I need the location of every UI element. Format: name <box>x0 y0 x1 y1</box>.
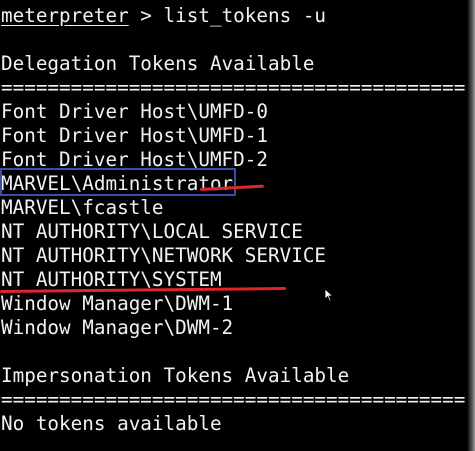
mouse-pointer-icon <box>324 288 334 302</box>
token-line: NT AUTHORITY\LOCAL SERVICE <box>1 220 303 243</box>
command-line: meterpreter > list_tokens -u <box>1 4 326 28</box>
impersonation-token-line: No tokens available <box>1 412 222 435</box>
delegation-separator: ======================================== <box>1 76 466 99</box>
administrator-highlight-box <box>0 168 236 196</box>
token-line: Window Manager\DWM-1 <box>1 292 234 315</box>
terminal-window[interactable]: meterpreter > list_tokens -u Delegation … <box>0 0 475 451</box>
impersonation-separator: ======================================== <box>1 388 466 411</box>
command-text: > list_tokens -u <box>128 4 327 27</box>
token-line: Font Driver Host\UMFD-0 <box>1 100 268 123</box>
token-line: NT AUTHORITY\NETWORK SERVICE <box>1 244 327 267</box>
token-line: Font Driver Host\UMFD-1 <box>1 124 268 147</box>
meterpreter-prompt: meterpreter <box>1 4 129 27</box>
impersonation-header: Impersonation Tokens Available <box>1 364 350 387</box>
window-edge <box>467 0 475 451</box>
token-line: MARVEL\fcastle <box>1 196 164 219</box>
token-line: Window Manager\DWM-2 <box>1 316 234 339</box>
delegation-header: Delegation Tokens Available <box>1 52 315 75</box>
